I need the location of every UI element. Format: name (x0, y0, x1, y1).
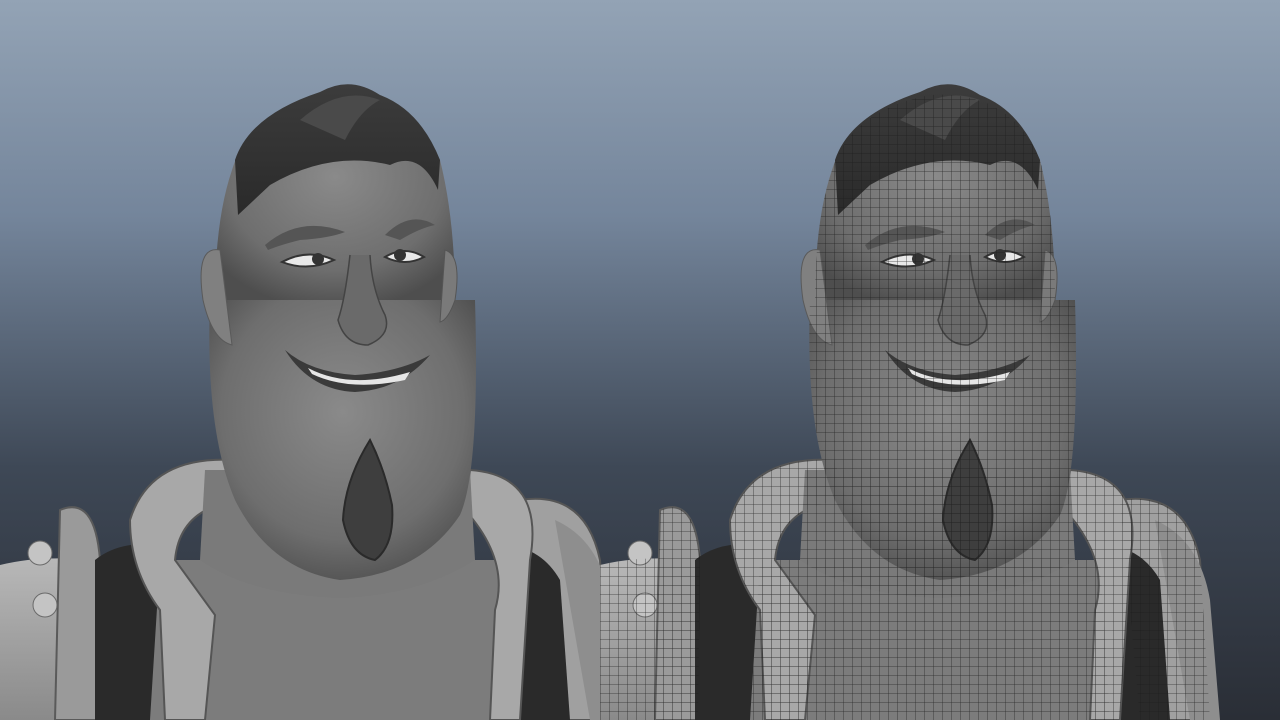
shaded-character-model[interactable] (0, 83, 621, 720)
3d-viewport[interactable] (0, 0, 1280, 720)
wireframe-character-model[interactable] (599, 83, 1221, 720)
viewport-canvas (0, 83, 1221, 720)
